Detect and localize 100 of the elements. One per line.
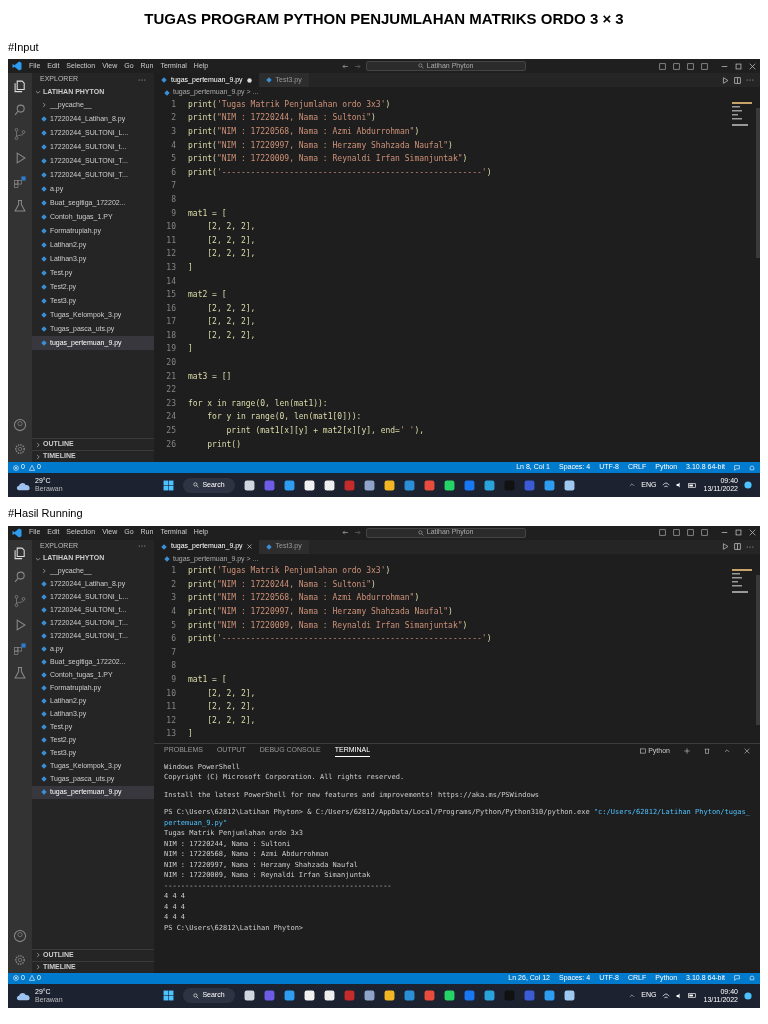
app-icon[interactable] — [563, 479, 575, 491]
code-line: [2, 2, 2], — [206, 302, 256, 315]
app-icon[interactable] — [243, 479, 255, 491]
warning-icon — [28, 464, 35, 471]
close-icon[interactable] — [246, 544, 252, 549]
app-icon[interactable] — [563, 990, 575, 1001]
app-icon[interactable] — [443, 990, 455, 1001]
flask-icon[interactable] — [13, 199, 27, 213]
run-icon[interactable] — [722, 543, 729, 550]
flask-icon[interactable] — [13, 665, 27, 680]
run-icon[interactable] — [722, 76, 729, 84]
wifi-icon[interactable] — [662, 482, 671, 488]
line-number: 6 — [170, 633, 177, 646]
code-line: print('Tugas Matrik Penjumlahan ordo 3x3') — [188, 565, 391, 578]
maximize-icon[interactable] — [735, 529, 742, 536]
line-number: 23 — [165, 397, 177, 410]
settings-icon[interactable] — [13, 952, 27, 967]
python-file-icon — [41, 312, 47, 318]
python-file-icon — [41, 284, 47, 290]
extensions-icon[interactable] — [13, 641, 27, 656]
page-heading: TUGAS PROGRAM PYTHON PENJUMLAHAN MATRIKS ORDO 3 × 3 — [143, 9, 625, 29]
account-icon[interactable] — [13, 928, 27, 943]
account-icon[interactable] — [13, 418, 27, 432]
minimap-drawing — [732, 568, 752, 593]
code-line: [2, 2, 2], — [206, 701, 256, 714]
scrollbar[interactable] — [756, 108, 760, 258]
app-icon[interactable] — [443, 479, 455, 491]
chevron-up-icon[interactable] — [629, 992, 636, 999]
line-number: 2 — [170, 578, 177, 591]
split-editor-icon[interactable] — [734, 543, 741, 550]
feedback-icon[interactable] — [734, 464, 740, 471]
windows-logo-icon[interactable] — [163, 990, 175, 1001]
line-number: 3 — [170, 592, 177, 605]
line-number: 16 — [165, 302, 177, 315]
code-line: mat1 = [ — [188, 674, 227, 687]
code-line: [2, 2, 2], — [206, 316, 256, 329]
python-file-icon — [41, 724, 47, 730]
back-arrow-icon[interactable] — [341, 62, 349, 70]
app-icon[interactable] — [303, 479, 315, 491]
app-icon[interactable] — [483, 990, 495, 1001]
chevron-up-icon[interactable] — [724, 748, 730, 754]
app-icon[interactable] — [483, 479, 495, 491]
app-icon[interactable] — [323, 990, 335, 1001]
code-line: [2, 2, 2], — [206, 714, 256, 727]
search-icon[interactable] — [13, 569, 27, 584]
files-icon[interactable] — [13, 79, 27, 93]
close-icon[interactable] — [744, 748, 750, 754]
speaker-icon[interactable] — [676, 482, 683, 488]
feedback-icon[interactable] — [734, 975, 740, 981]
app-icon[interactable] — [383, 990, 395, 1001]
battery-icon[interactable] — [688, 993, 698, 998]
code-line: print("NIM : 17220568, Nama : Azmi Abdurrohman") — [188, 126, 420, 138]
line-number: 5 — [170, 619, 177, 632]
code-line: [2, 2, 2], — [206, 234, 256, 247]
battery-icon[interactable] — [688, 482, 698, 488]
section-label: #Input — [8, 39, 40, 55]
settings-icon[interactable] — [13, 442, 27, 456]
python-file-icon — [41, 672, 47, 678]
scrollbar[interactable] — [756, 574, 760, 725]
python-file-icon — [41, 158, 47, 164]
files-icon[interactable] — [13, 545, 27, 560]
app-icon[interactable] — [363, 990, 375, 1001]
trash-icon[interactable] — [704, 748, 710, 754]
wifi-icon[interactable] — [662, 992, 671, 999]
line-number: 13 — [165, 261, 177, 274]
code-line: print("NIM : 17220244, Nama : Sultoni") — [188, 112, 376, 125]
source-control-icon[interactable] — [13, 127, 27, 141]
python-file-icon — [41, 659, 47, 665]
notification-icon[interactable] — [744, 481, 752, 489]
line-number: 11 — [165, 701, 177, 714]
search-icon — [193, 482, 200, 488]
code-line: print("NIM : 17220009, Nama : Reynaldi Irfan Simanjuntak") — [188, 619, 468, 632]
app-icon[interactable] — [323, 479, 335, 491]
search-icon[interactable] — [13, 103, 27, 117]
close-icon[interactable] — [749, 62, 756, 70]
python-file-icon — [41, 581, 47, 587]
plus-icon[interactable] — [684, 748, 690, 754]
line-number: 3 — [170, 126, 177, 138]
app-icon[interactable] — [243, 990, 255, 1001]
code-line: print("NIM : 17220244, Nama : Sultoni") — [188, 578, 376, 591]
maximize-icon[interactable] — [735, 62, 742, 70]
windows-logo-icon[interactable] — [163, 479, 175, 491]
code-line: print("NIM : 17220997, Nama : Herzamy Shahzada Naufal") — [188, 606, 453, 619]
chevron-right-icon — [41, 102, 47, 108]
close-icon[interactable] — [749, 529, 756, 536]
app-icon[interactable] — [303, 990, 315, 1001]
app-icon[interactable] — [363, 479, 375, 491]
extensions-icon[interactable] — [13, 175, 27, 189]
chevron-up-icon[interactable] — [629, 482, 636, 488]
python-file-icon — [41, 607, 47, 613]
speaker-icon[interactable] — [676, 992, 683, 999]
minimize-icon[interactable] — [721, 529, 728, 536]
line-number: 13 — [165, 728, 177, 741]
back-arrow-icon[interactable] — [341, 529, 349, 536]
python-file-icon — [41, 737, 47, 743]
notification-icon[interactable] — [744, 991, 752, 1000]
python-file-icon — [41, 340, 47, 346]
app-icon[interactable] — [383, 479, 395, 491]
split-editor-icon[interactable] — [734, 76, 741, 84]
source-control-icon[interactable] — [13, 593, 27, 608]
